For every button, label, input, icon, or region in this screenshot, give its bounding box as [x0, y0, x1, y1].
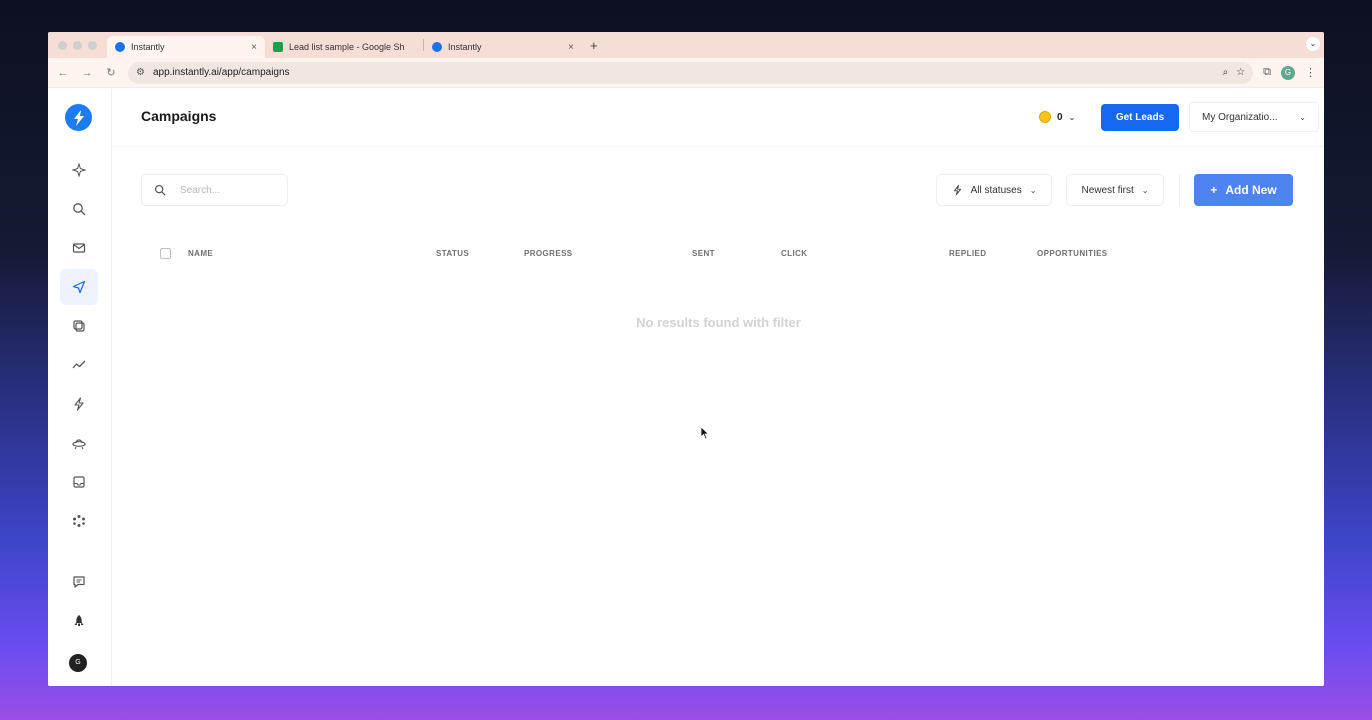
chevron-down-icon: ⌄	[1029, 185, 1037, 195]
table-header: NAME STATUS PROGRESS SENT CLICK REPLIED …	[113, 243, 1113, 263]
back-arrow-icon[interactable]: ←	[56, 67, 70, 79]
tab-search-chevron-icon[interactable]: ⌄	[1306, 37, 1320, 51]
tab-label: Lead list sample - Google Sh	[289, 42, 405, 52]
browser-tab-instantly[interactable]: Instantly ×	[107, 36, 265, 58]
chevron-down-icon: ⌄	[1141, 185, 1149, 195]
site-settings-icon[interactable]: ⚙	[136, 67, 145, 78]
get-leads-button[interactable]: Get Leads	[1101, 104, 1179, 131]
browser-window: Instantly × Lead list sample - Google Sh…	[48, 32, 1324, 686]
column-status[interactable]: STATUS	[436, 249, 469, 258]
browser-tab-instantly-2[interactable]: Instantly ×	[424, 36, 582, 58]
window-controls	[48, 41, 107, 58]
add-new-label: Add New	[1225, 183, 1277, 197]
add-new-button[interactable]: + Add New	[1194, 174, 1293, 206]
column-progress[interactable]: PROGRESS	[524, 249, 573, 258]
column-name[interactable]: NAME	[188, 249, 213, 258]
column-opportunities[interactable]: OPPORTUNITIES	[1037, 249, 1108, 258]
credits-dropdown[interactable]: 0 ⌄	[1039, 111, 1075, 123]
instantly-logo-icon[interactable]	[65, 104, 92, 131]
extensions-puzzle-icon[interactable]: ⧉	[1263, 66, 1271, 79]
page-title: Campaigns	[141, 108, 217, 124]
feedback-icon[interactable]	[60, 564, 98, 600]
inbox-icon[interactable]	[60, 464, 98, 500]
instantly-app: G Campaigns 0 ⌄ Get Leads My Organizatio…	[48, 89, 1324, 686]
sparkle-icon[interactable]	[60, 152, 98, 188]
column-sent[interactable]: SENT	[692, 249, 715, 258]
browser-profile-avatar[interactable]: G	[1281, 65, 1295, 80]
address-bar-row: ← → ↻ ⚙ app.instantly.ai/app/campaigns ⌕…	[48, 58, 1324, 88]
coin-icon	[1039, 111, 1051, 123]
bookmark-star-icon[interactable]: ☆	[1236, 67, 1245, 78]
analytics-icon[interactable]	[60, 347, 98, 383]
bolt-icon[interactable]	[60, 386, 98, 422]
send-icon[interactable]	[60, 269, 98, 305]
column-replied[interactable]: REPLIED	[949, 249, 986, 258]
search-box[interactable]	[141, 174, 288, 206]
search-icon[interactable]	[60, 191, 98, 227]
search-icon	[154, 184, 166, 196]
select-all-checkbox[interactable]	[160, 248, 171, 259]
credits-count: 0	[1057, 111, 1063, 123]
browser-tab-sheets[interactable]: Lead list sample - Google Sh	[265, 36, 423, 58]
mouse-cursor-icon	[700, 426, 710, 440]
forward-arrow-icon[interactable]: →	[80, 67, 94, 79]
chevron-down-icon: ⌄	[1068, 112, 1076, 122]
tab-label: Instantly	[448, 42, 482, 52]
column-click[interactable]: CLICK	[781, 249, 807, 258]
instantly-favicon-icon	[432, 42, 442, 52]
network-icon[interactable]	[60, 503, 98, 539]
toolbar-divider	[1179, 174, 1180, 206]
sidebar: G	[48, 89, 112, 686]
page-header: Campaigns 0 ⌄ Get Leads My Organizatio..…	[113, 89, 1324, 147]
organization-label: My Organizatio...	[1202, 111, 1278, 123]
browser-menu-icon[interactable]: ⋮	[1305, 66, 1316, 79]
minimize-window-button[interactable]	[73, 41, 82, 50]
instantly-favicon-icon	[115, 42, 125, 52]
close-window-button[interactable]	[58, 41, 67, 50]
close-tab-icon[interactable]: ×	[568, 42, 574, 53]
zoom-icon[interactable]: ⌕	[1223, 67, 1229, 78]
campaigns-main: All statuses ⌄ Newest first ⌄ + Add New …	[113, 148, 1324, 686]
sort-label: Newest first	[1081, 184, 1134, 196]
close-tab-icon[interactable]: ×	[251, 42, 257, 53]
sort-dropdown[interactable]: Newest first ⌄	[1066, 174, 1164, 206]
plus-icon: +	[1210, 183, 1218, 197]
mail-icon[interactable]	[60, 230, 98, 266]
address-bar[interactable]: ⚙ app.instantly.ai/app/campaigns ⌕ ☆	[128, 61, 1254, 84]
tab-label: Instantly	[131, 42, 165, 52]
empty-state-message: No results found with filter	[636, 315, 801, 330]
new-tab-button[interactable]: +	[582, 38, 606, 58]
search-input[interactable]	[180, 184, 270, 196]
maximize-window-button[interactable]	[88, 41, 97, 50]
reload-icon[interactable]: ↻	[104, 66, 118, 79]
organization-select[interactable]: My Organizatio... ⌄	[1189, 102, 1319, 132]
user-avatar[interactable]: G	[69, 654, 87, 672]
status-filter-label: All statuses	[970, 184, 1022, 196]
ufo-icon[interactable]	[60, 425, 98, 461]
sheets-favicon-icon	[273, 42, 283, 52]
bolt-icon	[953, 184, 961, 196]
copy-icon[interactable]	[60, 308, 98, 344]
rocket-icon[interactable]	[60, 603, 98, 639]
chevron-down-icon: ⌄	[1299, 112, 1306, 122]
tab-strip: Instantly × Lead list sample - Google Sh…	[48, 32, 1324, 58]
url-text[interactable]: app.instantly.ai/app/campaigns	[153, 67, 1215, 78]
status-filter-dropdown[interactable]: All statuses ⌄	[936, 174, 1052, 206]
